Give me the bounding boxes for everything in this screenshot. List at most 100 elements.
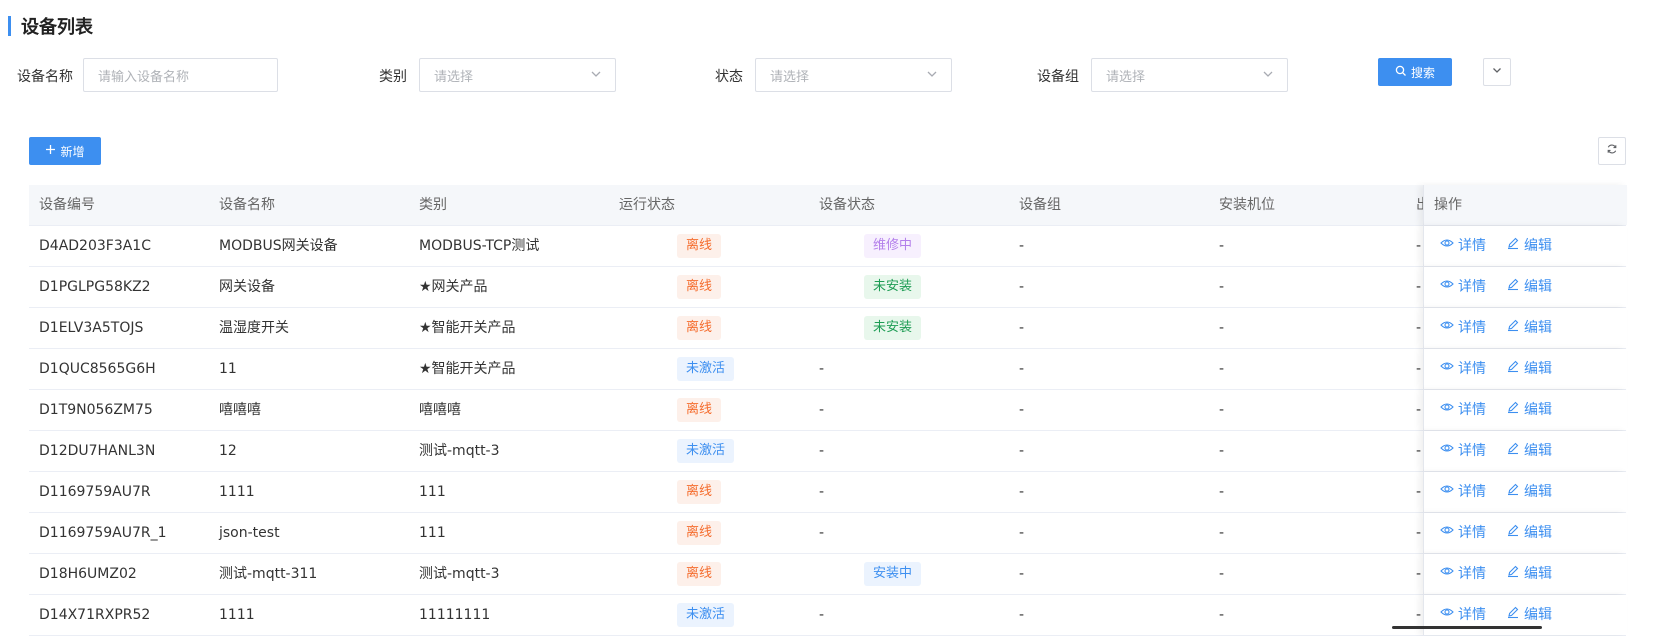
header-device-group: 设备组 — [1019, 197, 1061, 213]
edit-link[interactable]: 编辑 — [1506, 308, 1552, 348]
table-row: D1PGLPG58KZ2 网关设备 ★网关产品 离线 未安装 - - - 详情 … — [29, 267, 1627, 308]
edit-label: 编辑 — [1524, 238, 1552, 254]
eye-icon — [1440, 513, 1454, 553]
cell-clipped-column: - — [1416, 566, 1422, 582]
cell-device-group: - — [1019, 525, 1025, 541]
device-name-placeholder: 请输入设备名称 — [98, 69, 190, 85]
eye-icon — [1440, 431, 1454, 471]
cell-install-slot: - — [1219, 566, 1225, 582]
add-device-button[interactable]: 新增 — [29, 137, 101, 165]
edit-link[interactable]: 编辑 — [1506, 472, 1552, 512]
edit-link[interactable]: 编辑 — [1506, 349, 1552, 389]
header-device-name: 设备名称 — [219, 197, 275, 213]
fixed-action-column: 详情 编辑 — [1423, 390, 1627, 430]
run-status-badge: 离线 — [677, 562, 722, 586]
cell-category: 111 — [419, 525, 446, 541]
device-group-select[interactable]: 请选择 — [1091, 58, 1288, 92]
edit-icon — [1506, 349, 1520, 389]
edit-link[interactable]: 编辑 — [1506, 390, 1552, 430]
chevron-down-icon — [589, 67, 603, 85]
edit-link[interactable]: 编辑 — [1506, 513, 1552, 553]
category-label: 类别 — [379, 69, 407, 85]
table-row: D1169759AU7R_1 json-test 111 离线 - - - - … — [29, 513, 1627, 554]
status-label: 状态 — [715, 69, 743, 85]
search-icon — [1395, 65, 1407, 80]
edit-icon — [1506, 267, 1520, 307]
eye-icon — [1440, 472, 1454, 512]
cell-category: ★智能开关产品 — [419, 320, 516, 336]
search-button[interactable]: 搜索 — [1378, 58, 1452, 86]
edit-label: 编辑 — [1524, 279, 1552, 295]
cell-device-id: D14X71RXPR52 — [39, 607, 151, 623]
detail-label: 详情 — [1458, 279, 1486, 295]
cell-category: 测试-mqtt-3 — [419, 443, 500, 459]
header-device-status: 设备状态 — [819, 197, 875, 213]
table-row: D12DU7HANL3N 12 测试-mqtt-3 未激活 - - - - 详情… — [29, 431, 1627, 472]
cell-device-status: - — [819, 607, 825, 623]
detail-link[interactable]: 详情 — [1440, 390, 1486, 430]
cell-device-group: - — [1019, 238, 1025, 254]
cell-category: 111 — [419, 484, 446, 500]
horizontal-scrollbar[interactable] — [1392, 626, 1542, 629]
cell-category: 嘻嘻嘻 — [419, 402, 461, 418]
cell-device-id: D4AD203F3A1C — [39, 238, 151, 254]
detail-link[interactable]: 详情 — [1440, 226, 1486, 266]
device-status-badge: 维修中 — [864, 234, 922, 258]
cell-device-group: - — [1019, 484, 1025, 500]
edit-link[interactable]: 编辑 — [1506, 431, 1552, 471]
cell-device-id: D12DU7HANL3N — [39, 443, 156, 459]
header-fixed-column: 操作 — [1423, 185, 1627, 225]
detail-link[interactable]: 详情 — [1440, 267, 1486, 307]
run-status-badge: 离线 — [677, 316, 722, 340]
cell-clipped-column: - — [1416, 320, 1422, 336]
cell-device-name: MODBUS网关设备 — [219, 238, 338, 254]
detail-link[interactable]: 详情 — [1440, 431, 1486, 471]
cell-category: ★智能开关产品 — [419, 361, 516, 377]
detail-link[interactable]: 详情 — [1440, 513, 1486, 553]
detail-link[interactable]: 详情 — [1440, 554, 1486, 594]
cell-device-name: 11 — [219, 361, 237, 377]
eye-icon — [1440, 595, 1454, 635]
header-device-id: 设备编号 — [39, 197, 95, 213]
cell-device-group: - — [1019, 607, 1025, 623]
cell-device-id: D1T9N056ZM75 — [39, 402, 153, 418]
category-placeholder: 请选择 — [434, 69, 474, 85]
chevron-down-icon — [925, 67, 939, 85]
run-status-badge: 离线 — [677, 480, 722, 504]
eye-icon — [1440, 390, 1454, 430]
table-row: D14X71RXPR52 1111 11111111 未激活 - - - - 详… — [29, 595, 1627, 636]
fixed-action-column: 详情 编辑 — [1423, 267, 1627, 307]
eye-icon — [1440, 349, 1454, 389]
edit-link[interactable]: 编辑 — [1506, 554, 1552, 594]
device-name-input[interactable]: 请输入设备名称 — [83, 58, 278, 92]
eye-icon — [1440, 554, 1454, 594]
edit-link[interactable]: 编辑 — [1506, 226, 1552, 266]
detail-link[interactable]: 详情 — [1440, 472, 1486, 512]
table-row: D1169759AU7R 1111 111 离线 - - - - 详情 编辑 — [29, 472, 1627, 513]
edit-label: 编辑 — [1524, 607, 1552, 623]
detail-label: 详情 — [1458, 361, 1486, 377]
cell-clipped-column: - — [1416, 525, 1422, 541]
device-name-label: 设备名称 — [17, 69, 73, 85]
category-select[interactable]: 请选择 — [419, 58, 616, 92]
refresh-button[interactable] — [1598, 137, 1626, 165]
cell-device-group: - — [1019, 320, 1025, 336]
edit-link[interactable]: 编辑 — [1506, 595, 1552, 635]
cell-device-id: D1169759AU7R_1 — [39, 525, 167, 541]
detail-link[interactable]: 详情 — [1440, 349, 1486, 389]
table-row: D1ELV3A5TOJS 温湿度开关 ★智能开关产品 离线 未安装 - - - … — [29, 308, 1627, 349]
detail-link[interactable]: 详情 — [1440, 595, 1486, 635]
detail-label: 详情 — [1458, 443, 1486, 459]
table-body: D4AD203F3A1C MODBUS网关设备 MODBUS-TCP测试 离线 … — [29, 226, 1627, 636]
expand-filters-button[interactable] — [1483, 58, 1511, 86]
edit-link[interactable]: 编辑 — [1506, 267, 1552, 307]
edit-icon — [1506, 595, 1520, 635]
status-select[interactable]: 请选择 — [755, 58, 952, 92]
cell-device-name: 1111 — [219, 607, 255, 623]
eye-icon — [1440, 308, 1454, 348]
detail-link[interactable]: 详情 — [1440, 308, 1486, 348]
cell-device-name: json-test — [219, 525, 280, 541]
detail-label: 详情 — [1458, 320, 1486, 336]
edit-label: 编辑 — [1524, 566, 1552, 582]
cell-category: 测试-mqtt-3 — [419, 566, 500, 582]
